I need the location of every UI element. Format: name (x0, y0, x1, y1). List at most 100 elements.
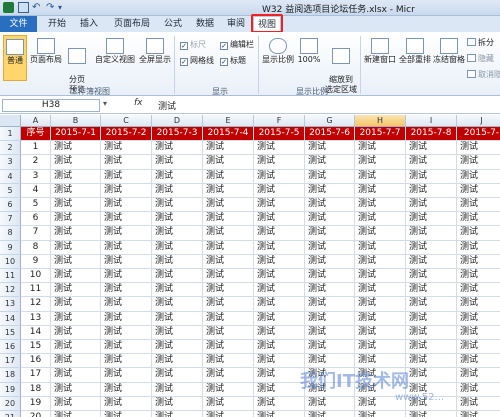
data-cell[interactable]: 测试 (305, 169, 355, 184)
column-header-c[interactable]: C (101, 115, 152, 127)
row-header[interactable]: 20 (0, 396, 21, 411)
data-cell[interactable]: 测试 (457, 297, 500, 312)
sequence-cell[interactable]: 12 (21, 297, 51, 312)
data-cell[interactable]: 测试 (203, 354, 254, 369)
sequence-cell[interactable]: 16 (21, 354, 51, 369)
data-cell[interactable]: 测试 (203, 297, 254, 312)
data-cell[interactable]: 测试 (203, 368, 254, 383)
data-cell[interactable]: 测试 (457, 326, 500, 340)
data-cell[interactable]: 测试 (355, 311, 406, 326)
hide-button[interactable]: 隐藏 (467, 54, 494, 64)
data-cell[interactable]: 测试 (152, 340, 203, 355)
column-header-g[interactable]: G (305, 115, 355, 127)
data-cell[interactable]: 测试 (152, 283, 203, 298)
select-all-corner[interactable] (0, 115, 21, 127)
data-cell[interactable]: 测试 (101, 297, 152, 312)
data-cell[interactable]: 测试 (254, 311, 305, 326)
sequence-cell[interactable]: 13 (21, 311, 51, 326)
row-header[interactable]: 19 (0, 382, 21, 397)
data-cell[interactable]: 测试 (406, 411, 457, 417)
data-cell[interactable]: 测试 (152, 155, 203, 170)
column-header-e[interactable]: E (203, 115, 254, 127)
new-window-button[interactable]: 新建窗口 (363, 38, 397, 65)
sequence-cell[interactable]: 1 (21, 141, 51, 156)
insert-function-icon[interactable]: fx (134, 98, 143, 108)
data-cell[interactable]: 测试 (51, 340, 101, 355)
row-header[interactable]: 10 (0, 254, 21, 269)
data-cell[interactable]: 测试 (254, 354, 305, 369)
sequence-cell[interactable]: 5 (21, 198, 51, 213)
data-cell[interactable]: 测试 (101, 269, 152, 284)
data-cell[interactable]: 测试 (406, 269, 457, 284)
data-cell[interactable]: 测试 (457, 141, 500, 156)
data-cell[interactable]: 测试 (457, 269, 500, 284)
data-cell[interactable]: 测试 (203, 169, 254, 184)
data-cell[interactable]: 测试 (101, 325, 152, 340)
data-cell[interactable]: 测试 (254, 212, 305, 227)
data-cell[interactable]: 测试 (203, 311, 254, 326)
data-cell[interactable]: 测试 (51, 226, 101, 241)
data-cell[interactable]: 测试 (152, 141, 203, 156)
normal-view-button[interactable]: 普通 (3, 35, 27, 81)
data-cell[interactable]: 测试 (406, 198, 457, 213)
data-cell[interactable]: 测试 (152, 240, 203, 255)
data-cell[interactable]: 测试 (457, 198, 500, 213)
data-cell[interactable]: 测试 (101, 240, 152, 255)
redo-icon[interactable]: ↷ (46, 2, 57, 13)
split-button[interactable]: 拆分 (467, 38, 494, 48)
tab-page-layout[interactable]: 页面布局 (110, 16, 154, 32)
row-header[interactable]: 2 (0, 141, 21, 156)
data-cell[interactable]: 测试 (406, 354, 457, 369)
data-cell[interactable]: 测试 (355, 269, 406, 284)
data-cell[interactable]: 测试 (254, 297, 305, 312)
data-cell[interactable]: 测试 (203, 340, 254, 355)
data-cell[interactable]: 测试 (101, 169, 152, 184)
data-cell[interactable]: 测试 (203, 240, 254, 255)
custom-views-button[interactable]: 自定义视图 (93, 38, 137, 65)
data-cell[interactable]: 测试 (457, 340, 500, 355)
data-cell[interactable]: 测试 (101, 198, 152, 213)
data-cell[interactable]: 测试 (203, 325, 254, 340)
sequence-cell[interactable]: 15 (21, 340, 51, 355)
data-cell[interactable]: 测试 (305, 283, 355, 298)
data-cell[interactable]: 测试 (406, 283, 457, 298)
tab-data[interactable]: 数据 (192, 16, 218, 32)
headings-checkbox[interactable]: ✓ 标题 (220, 56, 246, 66)
sequence-cell[interactable]: 7 (21, 226, 51, 241)
data-cell[interactable]: 测试 (254, 226, 305, 241)
data-cell[interactable]: 测试 (203, 254, 254, 269)
data-cell[interactable]: 测试 (305, 212, 355, 227)
data-cell[interactable]: 测试 (101, 183, 152, 198)
column-header-d[interactable]: D (152, 115, 203, 127)
tab-insert[interactable]: 插入 (76, 16, 102, 32)
undo-icon[interactable]: ↶ (32, 2, 43, 13)
data-cell[interactable]: 测试 (355, 240, 406, 255)
data-cell[interactable]: 测试 (51, 354, 101, 369)
data-cell[interactable]: 测试 (51, 368, 101, 383)
data-cell[interactable]: 测试 (101, 283, 152, 298)
data-cell[interactable]: 测试 (355, 198, 406, 213)
header-cell[interactable]: 2015-7-8 (406, 127, 457, 142)
sequence-cell[interactable]: 14 (21, 325, 51, 340)
data-cell[interactable]: 测试 (457, 170, 500, 184)
column-header-b[interactable]: B (51, 115, 101, 127)
data-cell[interactable]: 测试 (51, 283, 101, 298)
data-cell[interactable]: 测试 (305, 254, 355, 269)
gridlines-checkbox[interactable]: ✓ 网格线 (180, 56, 214, 66)
row-header[interactable]: 13 (0, 297, 21, 312)
data-cell[interactable]: 测试 (152, 183, 203, 198)
ruler-checkbox[interactable]: ✓ 标尺 (180, 40, 206, 50)
data-cell[interactable]: 测试 (203, 141, 254, 156)
data-cell[interactable]: 测试 (406, 169, 457, 184)
data-cell[interactable]: 测试 (203, 212, 254, 227)
data-cell[interactable]: 测试 (51, 411, 101, 417)
data-cell[interactable]: 测试 (305, 311, 355, 326)
data-cell[interactable]: 测试 (457, 397, 500, 411)
data-cell[interactable]: 测试 (152, 396, 203, 411)
data-cell[interactable]: 测试 (457, 354, 500, 369)
column-header-f[interactable]: F (254, 115, 305, 127)
data-cell[interactable]: 测试 (406, 368, 457, 383)
data-cell[interactable]: 测试 (51, 198, 101, 213)
data-cell[interactable]: 测试 (254, 141, 305, 156)
data-cell[interactable]: 测试 (51, 382, 101, 397)
